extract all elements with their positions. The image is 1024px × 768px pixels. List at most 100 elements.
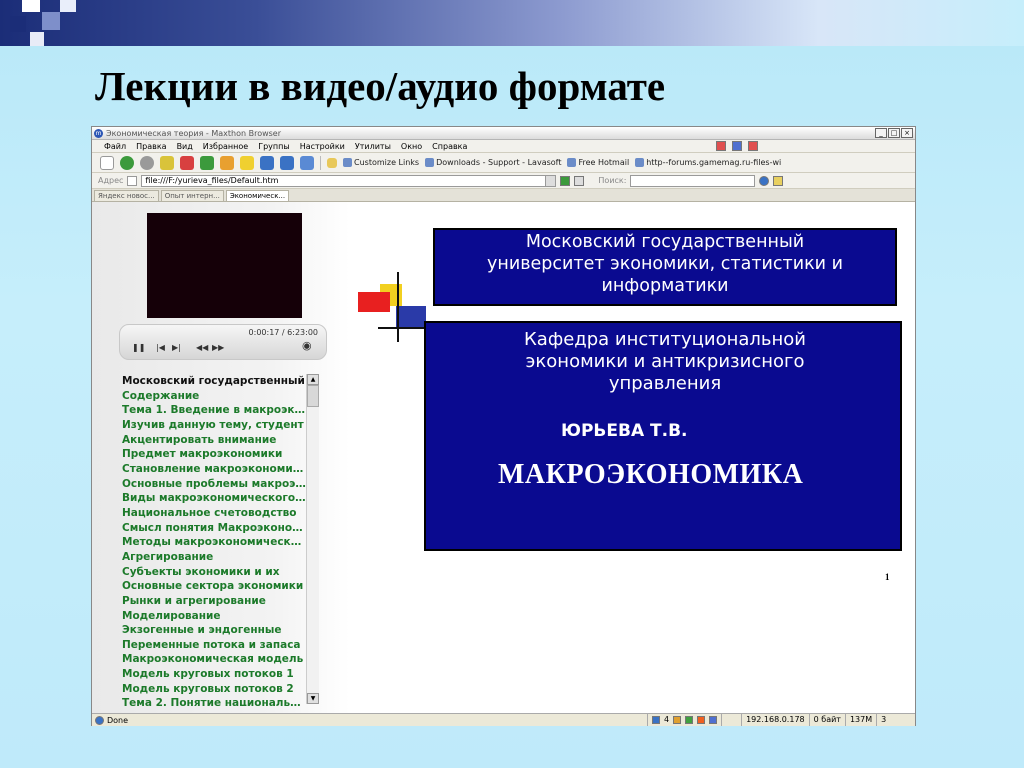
menu-file[interactable]: Файл xyxy=(104,142,126,151)
toc-item[interactable]: Экзогенные и эндогенные xyxy=(122,623,306,638)
slide-top-band xyxy=(0,0,1024,46)
tools-icon[interactable] xyxy=(673,716,682,724)
folder-icon[interactable] xyxy=(327,157,337,168)
home-icon[interactable] xyxy=(220,155,234,170)
link-downloads-lavasoft[interactable]: Downloads - Support - Lavasoft xyxy=(425,158,561,167)
toc-item[interactable]: Виды макроэкономического анализа xyxy=(122,491,306,506)
browser-window: m Экономическая теория - Maxthon Browser… xyxy=(91,126,916,726)
decor-square-blue xyxy=(42,12,60,30)
search-input[interactable] xyxy=(630,174,756,187)
status-count: 4 xyxy=(647,714,721,726)
go-dropdown-icon[interactable] xyxy=(574,175,585,186)
favorites-star-icon[interactable] xyxy=(240,155,254,170)
status-ip: 192.168.0.178 xyxy=(741,714,809,726)
slide-title: Лекции в видео/аудио формате xyxy=(95,63,666,109)
toc-item[interactable]: Становление макроэкономики xyxy=(122,462,306,477)
toc-item[interactable]: Методы макроэкономического анализа xyxy=(122,535,306,550)
menu-favorites[interactable]: Избранное xyxy=(203,142,248,151)
toc-item[interactable]: Предмет макроэкономики xyxy=(122,447,306,462)
plugins-icon[interactable] xyxy=(685,716,694,724)
university-box: Московский государственный университет э… xyxy=(433,228,897,306)
toc-item[interactable]: Макроэкономическая модель xyxy=(122,652,306,667)
volume-icon[interactable]: ◉ xyxy=(302,339,312,352)
menu-view[interactable]: Вид xyxy=(177,142,193,151)
toc-item[interactable]: Субъекты экономики и их xyxy=(122,565,306,580)
scroll-thumb[interactable] xyxy=(307,385,319,407)
toc-scrollbar[interactable]: ▲ ▼ xyxy=(306,374,319,704)
menu-edit[interactable]: Правка xyxy=(136,142,166,151)
scroll-up-icon[interactable]: ▲ xyxy=(307,374,319,385)
status-empty xyxy=(721,714,741,726)
tile-icon[interactable] xyxy=(300,155,314,170)
address-input[interactable]: file:///F:/yurieva_files/Default.htm xyxy=(141,174,557,187)
screen-capture-icon[interactable] xyxy=(709,716,718,724)
video-player-screen[interactable] xyxy=(147,213,302,318)
highlight-icon[interactable] xyxy=(773,175,784,186)
toc-item[interactable]: Тема 2. Понятие национального xyxy=(122,696,306,706)
link-customize[interactable]: Customize Links xyxy=(343,158,419,167)
toc-item[interactable]: Смысл понятия Макроэкономика xyxy=(122,521,306,536)
minimize-button[interactable]: _ xyxy=(875,128,887,138)
toc-item[interactable]: Агрегирование xyxy=(122,550,306,565)
toc-item[interactable]: Моделирование xyxy=(122,609,306,624)
fast-forward-icon[interactable]: ▶▶ xyxy=(212,343,224,352)
search-engine-icon[interactable] xyxy=(759,175,770,186)
up-icon[interactable] xyxy=(160,155,174,170)
toc-item[interactable]: Тема 1. Введение в макроэкономику xyxy=(122,403,306,418)
new-page-icon[interactable] xyxy=(100,155,114,170)
department-box: Кафедра институциональной экономики и ан… xyxy=(424,321,902,551)
tab-yandex[interactable]: Яндекс новос... xyxy=(94,190,159,201)
slide-logo-icon xyxy=(358,272,428,342)
toc-item[interactable]: Содержание xyxy=(122,389,306,404)
maximize-button[interactable]: □ xyxy=(888,128,900,138)
next-icon[interactable]: ▶| xyxy=(172,343,181,352)
toc-item[interactable]: Основные проблемы макроэкономики xyxy=(122,477,306,492)
scroll-down-icon[interactable]: ▼ xyxy=(307,693,319,704)
status-text: Done xyxy=(107,715,129,725)
popup-blocker-icon[interactable] xyxy=(652,716,660,724)
maxthon-logo-icon: m xyxy=(94,129,103,138)
menu-help[interactable]: Справка xyxy=(432,142,467,151)
toc-item[interactable]: Модель круговых потоков 2 xyxy=(122,682,306,697)
link-gamemag-forums[interactable]: http--forums.gamemag.ru-files-wi xyxy=(635,158,781,167)
toc-item[interactable]: Изучив данную тему, студент xyxy=(122,418,306,433)
status-num: 3 xyxy=(876,714,890,726)
toc-item[interactable]: Московский государственный xyxy=(122,374,306,389)
menu-settings[interactable]: Настройки xyxy=(300,142,345,151)
toc-item[interactable]: Национальное счетоводство xyxy=(122,506,306,521)
menu-tools[interactable]: Утилиты xyxy=(355,142,391,151)
sun-icon[interactable] xyxy=(697,716,706,724)
status-bar: Done 4 192.168.0.178 0 байт 137M 3 xyxy=(92,713,915,726)
tab-economics[interactable]: Экономическ... xyxy=(225,190,290,201)
department-name: Кафедра институциональной экономики и ан… xyxy=(426,329,904,395)
screen-icon[interactable] xyxy=(260,155,274,170)
toc-item[interactable]: Переменные потока и запаса xyxy=(122,638,306,653)
prev-icon[interactable]: |◀ xyxy=(156,343,165,352)
tab-experience[interactable]: Опыт интерн... xyxy=(160,190,224,201)
close-button[interactable]: × xyxy=(901,128,913,138)
toolbar-separator xyxy=(320,155,321,170)
address-dropdown-icon[interactable] xyxy=(545,175,556,186)
status-memory: 137M xyxy=(844,714,876,726)
toc-item[interactable]: Рынки и агрегирование xyxy=(122,594,306,609)
undo-icon[interactable] xyxy=(280,155,294,170)
go-icon[interactable] xyxy=(560,175,571,186)
toc-item[interactable]: Акцентировать внимание xyxy=(122,433,306,448)
toc-item[interactable]: Основные сектора экономики xyxy=(122,579,306,594)
stop-icon[interactable] xyxy=(180,155,194,170)
forward-icon[interactable] xyxy=(140,155,154,170)
address-label: Адрес xyxy=(98,176,124,185)
menu-groups[interactable]: Группы xyxy=(258,142,289,151)
toc-item[interactable]: Модель круговых потоков 1 xyxy=(122,667,306,682)
tab-close-icon[interactable] xyxy=(716,141,726,151)
back-icon[interactable] xyxy=(120,155,134,170)
link-free-hotmail[interactable]: Free Hotmail xyxy=(567,158,629,167)
tab-close-all-icon[interactable] xyxy=(748,141,758,151)
refresh-icon[interactable] xyxy=(200,155,214,170)
menu-window[interactable]: Окно xyxy=(401,142,422,151)
page-content: 0:00:17 / 6:23:00 ❚❚ |◀ ▶| ◀◀ ▶▶ ◉ Моско… xyxy=(92,202,915,713)
rewind-icon[interactable]: ◀◀ xyxy=(196,343,208,352)
pause-icon[interactable]: ❚❚ xyxy=(132,343,145,352)
tabs-bar: Яндекс новос... Опыт интерн... Экономиче… xyxy=(92,189,915,202)
tab-restore-icon[interactable] xyxy=(732,141,742,151)
